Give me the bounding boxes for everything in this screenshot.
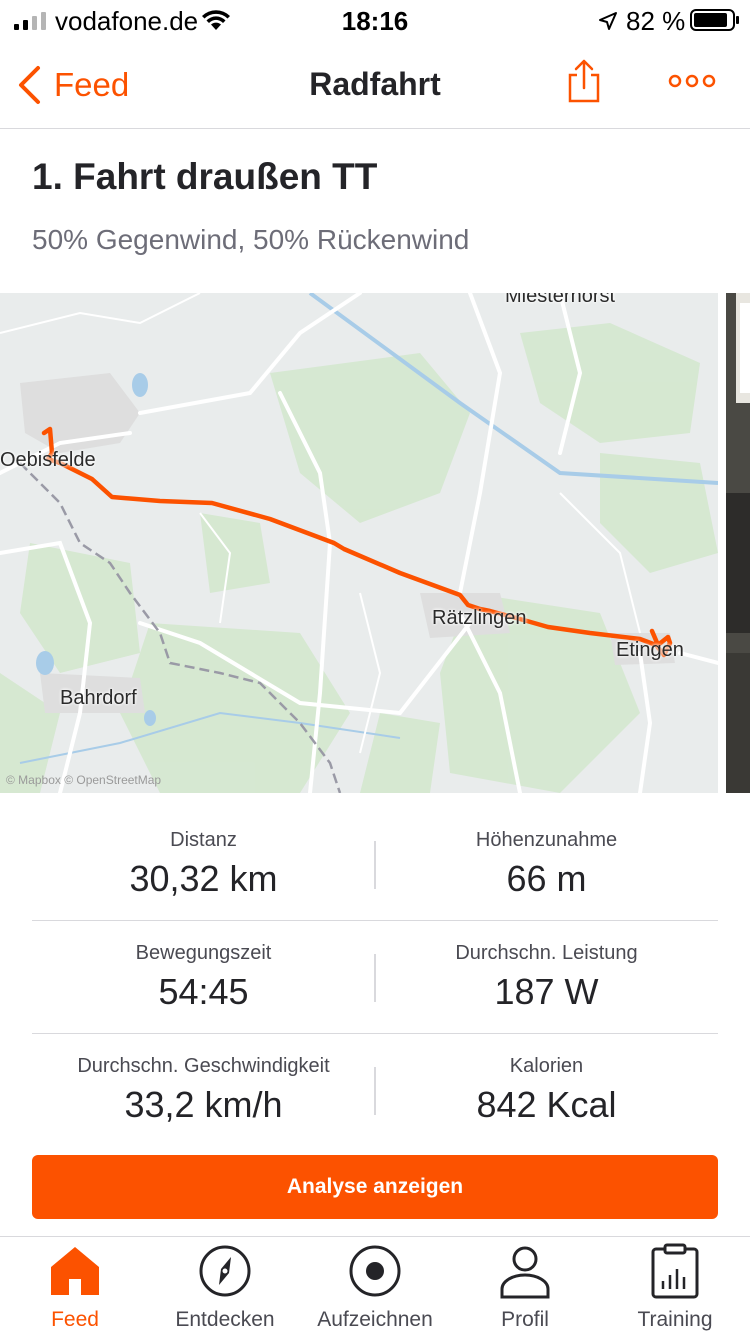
stat-label: Durchschn. Geschwindigkeit xyxy=(77,1055,330,1077)
stat-average-speed: Durchschn. Geschwindigkeit 33,2 km/h xyxy=(32,1054,375,1126)
stat-value: 842 Kcal xyxy=(476,1084,617,1125)
back-button-label: Feed xyxy=(54,66,130,103)
battery-percentage: 82 % xyxy=(626,6,686,36)
tab-profile[interactable]: Profil xyxy=(450,1237,600,1334)
tab-feed[interactable]: Feed xyxy=(0,1237,150,1334)
map-label-raetzlingen: Rätzlingen xyxy=(432,607,527,629)
status-bar: vodafone.de 18:16 82 % xyxy=(0,0,750,40)
stat-elevation-gain: Höhenzunahme 66 m xyxy=(375,828,718,900)
map-label-oebisfelde: Oebisfelde xyxy=(0,449,96,471)
stat-moving-time: Bewegungszeit 54:45 xyxy=(32,941,375,1013)
tab-label: Feed xyxy=(51,1308,99,1331)
stats-row: Distanz 30,32 km Höhenzunahme 66 m xyxy=(32,808,718,921)
map-label-bahrdorf: Bahrdorf xyxy=(60,687,137,709)
stat-value: 66 m xyxy=(506,858,587,899)
compass-icon xyxy=(199,1245,251,1297)
stat-average-power: Durchschn. Leistung 187 W xyxy=(375,941,718,1013)
nav-bar: Feed Radfahrt xyxy=(0,40,750,129)
stat-value: 54:45 xyxy=(158,971,249,1012)
location-arrow-icon xyxy=(599,12,617,30)
more-options-icon[interactable] xyxy=(668,74,716,88)
training-icon xyxy=(651,1243,699,1299)
tab-label: Profil xyxy=(501,1308,549,1331)
share-icon[interactable] xyxy=(566,58,602,104)
tab-training[interactable]: Training xyxy=(600,1237,750,1334)
map-canvas xyxy=(0,293,718,793)
chevron-left-icon xyxy=(19,66,40,104)
tab-explore[interactable]: Entdecken xyxy=(150,1237,300,1334)
tab-label: Aufzeichnen xyxy=(317,1308,433,1331)
stat-value: 30,32 km xyxy=(129,858,278,899)
stat-calories: Kalorien 842 Kcal xyxy=(375,1054,718,1126)
profile-icon xyxy=(500,1246,550,1299)
home-icon xyxy=(51,1247,99,1295)
tab-record[interactable]: Aufzeichnen xyxy=(300,1237,450,1334)
stats-row: Durchschn. Geschwindigkeit 33,2 km/h Kal… xyxy=(32,1034,718,1147)
battery-icon xyxy=(690,9,739,31)
map-label-etingen: Etingen xyxy=(616,639,684,661)
back-button[interactable]: Feed xyxy=(16,64,129,106)
stat-value: 187 W xyxy=(494,971,599,1012)
route-map[interactable]: Miesterhorst Oebisfelde Rätzlingen Eting… xyxy=(0,293,718,793)
stat-label: Bewegungszeit xyxy=(135,942,272,964)
tab-label: Training xyxy=(637,1308,713,1331)
stats-grid: Distanz 30,32 km Höhenzunahme 66 m Beweg… xyxy=(32,808,718,1147)
activity-description: 50% Gegenwind, 50% Rückenwind xyxy=(32,224,470,255)
photo-preview xyxy=(726,293,750,793)
stat-label: Distanz xyxy=(170,829,237,851)
map-attribution[interactable]: © Mapbox © OpenStreetMap xyxy=(6,773,161,787)
stat-label: Durchschn. Leistung xyxy=(455,942,638,964)
stat-label: Höhenzunahme xyxy=(475,829,618,851)
stats-row: Bewegungszeit 54:45 Durchschn. Leistung … xyxy=(32,921,718,1034)
stat-label: Kalorien xyxy=(509,1055,584,1077)
record-icon xyxy=(349,1245,401,1297)
map-label-miesterhorst: Miesterhorst xyxy=(505,293,616,307)
view-analysis-button[interactable]: Analyse anzeigen xyxy=(32,1155,718,1219)
stat-distance: Distanz 30,32 km xyxy=(32,828,375,900)
tab-bar: Feed Entdecken Aufzeichnen Profil Traini… xyxy=(0,1236,750,1334)
stat-value: 33,2 km/h xyxy=(124,1084,283,1125)
activity-photo-thumbnail[interactable] xyxy=(726,293,750,793)
activity-title: 1. Fahrt draußen TT xyxy=(32,156,378,197)
tab-label: Entdecken xyxy=(175,1308,275,1331)
